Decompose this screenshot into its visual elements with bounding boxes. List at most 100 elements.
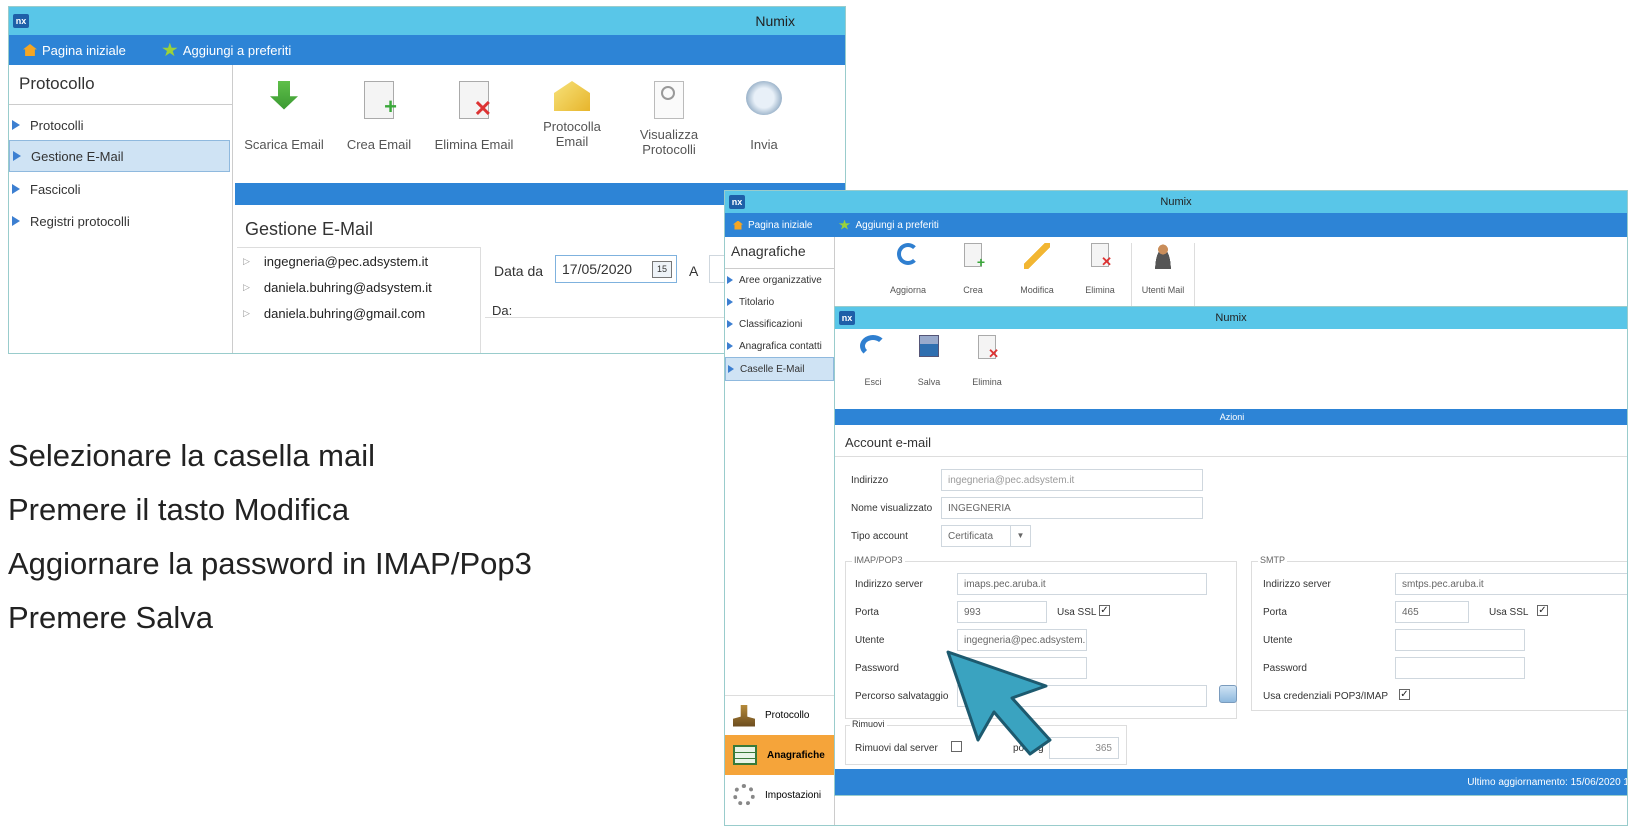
toolbar-label: Utenti Mail xyxy=(1141,285,1185,295)
imap-port-input[interactable]: 993 xyxy=(957,601,1047,623)
favorites-label: Aggiungi a preferiti xyxy=(182,42,292,58)
mailbox-item[interactable]: ▷ daniela.buhring@gmail.com xyxy=(237,300,480,326)
imap-server-label: Indirizzo server xyxy=(855,579,923,590)
sidebar-item-fascicoli[interactable]: Fascicoli xyxy=(9,172,232,206)
home-link[interactable]: Pagina iniziale xyxy=(733,220,813,231)
modifica-button[interactable]: Modifica xyxy=(1005,243,1069,307)
app-logo: nx xyxy=(13,14,29,28)
use-credentials-checkbox[interactable]: ✓ xyxy=(1399,689,1410,700)
sidebar-item-label: Gestione E-Mail xyxy=(31,148,124,164)
smtp-port-value: 465 xyxy=(1402,606,1419,618)
date-from-input[interactable]: 17/05/2020 15 xyxy=(555,255,677,283)
sidebar-item-protocolli[interactable]: Protocolli xyxy=(9,110,232,140)
expand-arrow-icon xyxy=(727,320,733,328)
imap-ssl-label: Usa SSL xyxy=(1057,607,1097,618)
sidebar-item-label: Classificazioni xyxy=(739,318,803,330)
actions-bar: Azioni xyxy=(835,409,1627,425)
visualizza-protocolli-button[interactable]: Visualizza Protocolli xyxy=(621,81,717,181)
elimina-email-button[interactable]: ✕ Elimina Email xyxy=(425,81,523,181)
module-impostazioni[interactable]: Impostazioni xyxy=(725,775,835,815)
smtp-server-label: Indirizzo server xyxy=(1263,579,1331,590)
mailbox-item[interactable]: ▷ daniela.buhring@adsystem.it xyxy=(237,274,480,300)
sidebar-item-caselle-email[interactable]: Caselle E-Mail xyxy=(725,357,834,381)
pointer-arrow-icon xyxy=(946,650,1052,756)
imap-server-input[interactable]: imaps.pec.aruba.it xyxy=(957,573,1207,595)
mailbox-item[interactable]: ▷ ingegneria@pec.adsystem.it xyxy=(237,248,480,274)
app-logo: nx xyxy=(839,311,855,325)
instruction-step-4: Premere Salva xyxy=(8,600,214,635)
sidebar-item-label: Titolario xyxy=(739,296,775,308)
utenti-mail-button[interactable]: Utenti Mail xyxy=(1131,243,1195,307)
toolbar-label: Elimina xyxy=(972,377,1002,387)
mailbox-list: ▷ ingegneria@pec.adsystem.it ▷ daniela.buh… xyxy=(237,247,481,353)
expand-arrow-icon xyxy=(12,120,20,130)
title-bar: nx Numix xyxy=(835,307,1627,329)
status-bar: Ultimo aggiornamento: 15/06/2020 1 xyxy=(835,769,1627,795)
favorites-link[interactable]: Aggiungi a preferiti xyxy=(162,42,292,58)
esci-button[interactable]: Esci xyxy=(845,335,901,397)
smtp-ssl-checkbox[interactable]: ✓ xyxy=(1537,605,1548,616)
home-icon xyxy=(23,44,37,56)
sidebar: Protocollo Protocolli Gestione E-Mail Fa… xyxy=(9,65,233,353)
sidebar: Anagrafiche Aree organizzative Titolario… xyxy=(725,237,835,825)
sidebar-item-gestione-email[interactable]: Gestione E-Mail xyxy=(9,140,230,172)
date-from-value: 17/05/2020 xyxy=(562,261,633,277)
invia-button[interactable]: Invia xyxy=(717,81,811,181)
magnifier-icon xyxy=(654,81,684,119)
favorites-link[interactable]: Aggiungi a preferiti xyxy=(838,219,939,231)
smtp-user-input[interactable] xyxy=(1395,629,1525,651)
imap-ssl-checkbox[interactable]: ✓ xyxy=(1099,605,1110,616)
toolbar-label: Modifica xyxy=(1020,285,1054,295)
sidebar-item-label: Caselle E-Mail xyxy=(740,363,805,375)
expand-arrow-icon xyxy=(13,151,21,161)
module-protocollo[interactable]: Protocollo xyxy=(725,695,835,735)
sidebar-item-aree[interactable]: Aree organizzative xyxy=(725,269,834,291)
home-label: Pagina iniziale xyxy=(748,219,813,231)
smtp-password-input[interactable] xyxy=(1395,657,1525,679)
home-link[interactable]: Pagina iniziale xyxy=(23,43,126,58)
elimina-button[interactable]: ✕ Elimina xyxy=(1069,243,1131,307)
crea-button[interactable]: + Crea xyxy=(941,243,1005,307)
sidebar-item-anagrafica-contatti[interactable]: Anagrafica contatti xyxy=(725,335,834,357)
account-type-select[interactable]: Certificata ▼ xyxy=(941,525,1031,547)
smtp-server-value: smtps.pec.aruba.it xyxy=(1402,578,1484,590)
expand-arrow-icon xyxy=(727,276,733,284)
home-label: Pagina iniziale xyxy=(42,42,126,58)
scarica-email-button[interactable]: Scarica Email xyxy=(235,81,333,181)
folder-browse-icon[interactable] xyxy=(1219,685,1237,703)
imap-port-label: Porta xyxy=(855,607,879,618)
sidebar-item-registri[interactable]: Registri protocolli xyxy=(9,206,232,236)
smtp-port-input[interactable]: 465 xyxy=(1395,601,1469,623)
crea-email-button[interactable]: + Crea Email xyxy=(333,81,425,181)
open-envelope-icon xyxy=(554,81,590,111)
instruction-step-2: Premere il tasto Modifica xyxy=(8,492,350,527)
mailbox-address: daniela.buhring@gmail.com xyxy=(263,305,426,321)
aggiorna-button[interactable]: Aggiorna xyxy=(875,243,941,307)
elimina-button[interactable]: ✕ Elimina xyxy=(957,335,1017,397)
calendar-icon[interactable]: 15 xyxy=(652,261,672,278)
account-type-label: Tipo account xyxy=(851,531,908,542)
module-anagrafiche[interactable]: Anagrafiche xyxy=(725,735,835,775)
salva-button[interactable]: Salva xyxy=(901,335,957,397)
display-name-input[interactable]: INGEGNERIA xyxy=(941,497,1203,519)
stamp-icon xyxy=(733,704,755,727)
remove-days-value: 365 xyxy=(1095,742,1112,754)
sidebar-item-classificazioni[interactable]: Classificazioni xyxy=(725,313,834,335)
smtp-group-label: SMTP xyxy=(1258,555,1288,565)
sidebar-item-titolario[interactable]: Titolario xyxy=(725,291,834,313)
chevron-down-icon[interactable]: ▼ xyxy=(1010,526,1030,546)
imap-user-label: Utente xyxy=(855,635,885,646)
delete-document-icon: ✕ xyxy=(459,81,492,121)
smtp-user-label: Utente xyxy=(1263,635,1293,646)
smtp-ssl-label: Usa SSL xyxy=(1489,607,1529,618)
gear-icon xyxy=(733,784,755,806)
section-title: Account e-mail xyxy=(845,435,931,450)
smtp-server-input[interactable]: smtps.pec.aruba.it xyxy=(1395,573,1627,595)
back-arrow-icon xyxy=(860,335,886,357)
toolbar-label: Elimina Email xyxy=(434,137,514,152)
use-credentials-label: Usa credenziali POP3/IMAP xyxy=(1263,691,1389,702)
smtp-port-label: Porta xyxy=(1263,607,1287,618)
protocolla-email-button[interactable]: Protocolla Email xyxy=(523,81,621,181)
remove-from-server-label: Rimuovi dal server xyxy=(855,743,938,754)
module-label: Anagrafiche xyxy=(767,749,825,761)
